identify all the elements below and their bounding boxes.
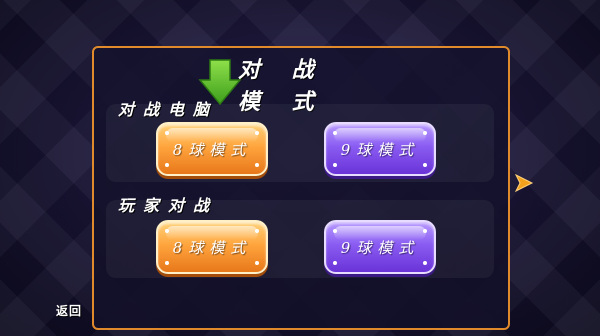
button-rivet	[255, 163, 259, 167]
button-rivet	[423, 131, 427, 135]
button-label: 9球模式	[340, 140, 420, 159]
button-rivet	[255, 131, 259, 135]
button-rivet	[165, 131, 169, 135]
button-label: 8球模式	[172, 140, 252, 159]
vs-computer-8-ball-button[interactable]: 8球模式	[156, 122, 268, 176]
button-rivet	[333, 229, 337, 233]
button-label: 8球模式	[172, 238, 252, 257]
button-rivet	[255, 261, 259, 265]
vs-player-9-ball-button[interactable]: 9球模式	[324, 220, 436, 274]
down-arrow-icon	[198, 59, 242, 106]
vs-computer-9-ball-button[interactable]: 9球模式	[324, 122, 436, 176]
back-button[interactable]: 返回	[56, 302, 82, 319]
button-rivet	[423, 261, 427, 265]
button-rivet	[333, 131, 337, 135]
button-rivet	[165, 229, 169, 233]
button-rivet	[333, 163, 337, 167]
button-rivet	[423, 229, 427, 233]
button-label: 9球模式	[340, 238, 420, 257]
button-rivet	[255, 229, 259, 233]
section-label-vs-player: 玩家对战	[118, 196, 219, 215]
button-rivet	[423, 163, 427, 167]
button-rivet	[165, 163, 169, 167]
vs-player-8-ball-button[interactable]: 8球模式	[156, 220, 268, 274]
button-rivet	[333, 261, 337, 265]
next-arrow-icon[interactable]	[514, 174, 534, 192]
button-rivet	[165, 261, 169, 265]
